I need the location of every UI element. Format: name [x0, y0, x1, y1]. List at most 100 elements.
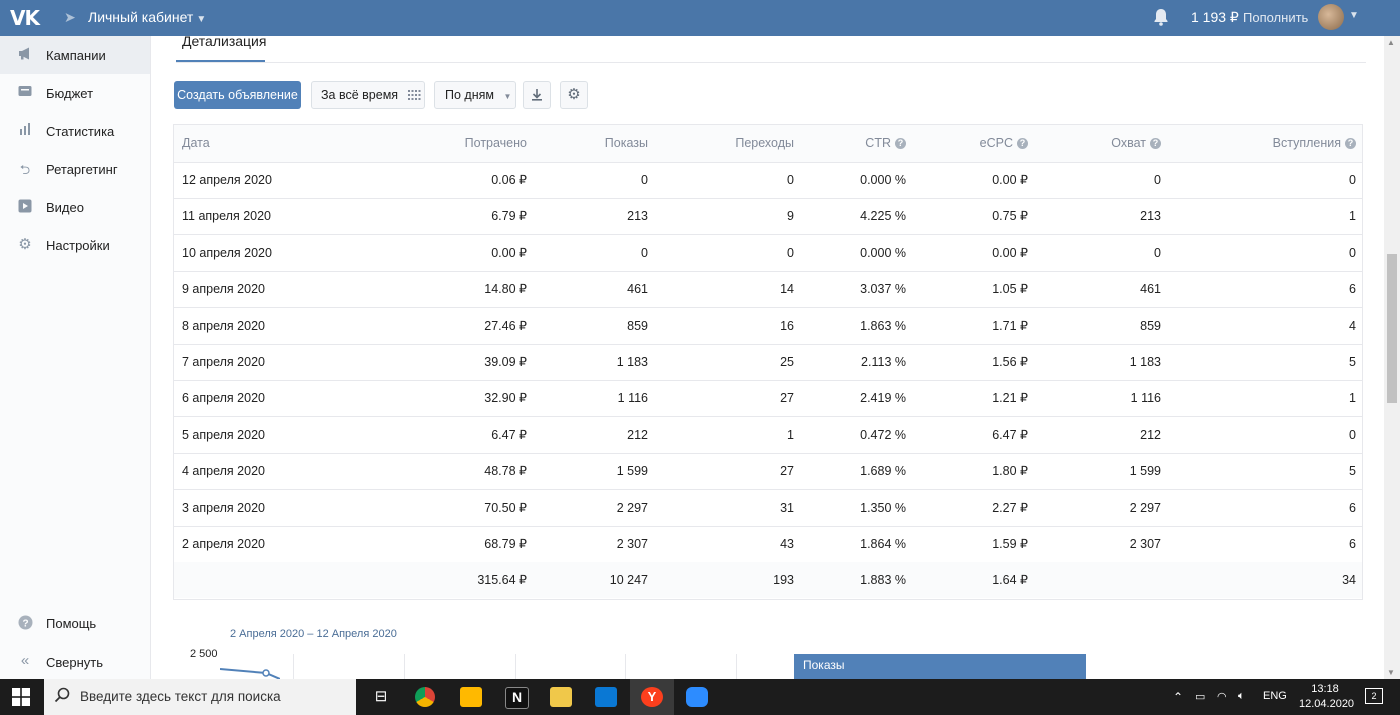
scroll-up-arrow-icon[interactable]: ▲ — [1387, 38, 1395, 47]
zoom-icon[interactable] — [686, 687, 708, 707]
cell-spent: 32.90 ₽ — [484, 391, 527, 406]
sidebar-item-budget[interactable]: Бюджет — [0, 74, 150, 112]
cell-date: 2 апреля 2020 — [182, 537, 265, 551]
bell-icon[interactable] — [1153, 8, 1169, 31]
help-icon[interactable]: ? — [1345, 138, 1356, 149]
tray-chevron-up-icon[interactable]: ⌃ — [1173, 690, 1183, 704]
scroll-down-arrow-icon[interactable]: ▼ — [1387, 668, 1395, 677]
sidebar-item-campaigns[interactable]: Кампании — [0, 36, 150, 74]
create-ad-button[interactable]: Создать объявление — [174, 81, 301, 109]
chrome-icon[interactable] — [415, 687, 435, 707]
cell-ctr: 0.472 % — [860, 427, 906, 442]
header-ctr[interactable]: CTR? — [865, 125, 906, 161]
cell-ecpc: 0.00 ₽ — [992, 245, 1028, 260]
sidebar-item-label: Видео — [46, 200, 84, 215]
period-select[interactable]: За всё время — [311, 81, 425, 109]
cell-impressions: 461 — [627, 282, 648, 297]
cell-reach: 461 — [1140, 282, 1161, 297]
help-icon: ? — [17, 615, 33, 633]
total-clicks: 193 — [773, 573, 794, 588]
yandex-browser-icon[interactable]: Y — [641, 687, 663, 707]
calendar-icon — [407, 88, 421, 102]
cell-clicks: 14 — [780, 282, 794, 297]
help-icon[interactable]: ? — [1017, 138, 1028, 149]
chevron-down-icon[interactable]: ▼ — [1349, 10, 1359, 21]
sidebar: Кампании Бюджет Статистика ⮌ Ретаргетинг… — [0, 36, 151, 679]
wifi-icon[interactable]: ◠ — [1217, 690, 1227, 703]
store-icon[interactable] — [460, 687, 482, 707]
avatar[interactable] — [1318, 4, 1344, 30]
taskbar-search[interactable]: Введите здесь текст для поиска — [44, 679, 356, 715]
notion-icon[interactable]: N — [505, 687, 529, 709]
explorer-icon[interactable] — [550, 687, 572, 707]
cell-ecpc: 0.75 ₽ — [992, 209, 1028, 224]
header-clicks[interactable]: Переходы — [735, 125, 794, 161]
balance-amount: 1 193 ₽ — [1191, 9, 1239, 25]
cell-reach: 2 307 — [1129, 537, 1161, 551]
sidebar-item-settings[interactable]: ⚙ Настройки — [0, 226, 150, 264]
windows-start-icon[interactable] — [12, 688, 30, 706]
topup-link[interactable]: Пополнить — [1243, 10, 1308, 25]
help-icon[interactable]: ? — [1150, 138, 1161, 149]
settings-button[interactable]: ⚙ — [560, 81, 588, 109]
header-joins[interactable]: Вступления? — [1273, 125, 1356, 161]
volume-icon[interactable]: 🔈︎ — [1238, 690, 1245, 703]
table-totals-row: 315.64 ₽ 10 247 193 1.883 % 1.64 ₽ 34 — [174, 562, 1362, 599]
total-ecpc: 1.64 ₽ — [992, 573, 1028, 588]
cell-joins: 5 — [1349, 355, 1356, 369]
cell-impressions: 0 — [641, 245, 648, 260]
grouping-select[interactable]: По дням ▼ — [434, 81, 516, 109]
header-label: Переходы — [735, 136, 794, 150]
cell-spent: 48.78 ₽ — [484, 464, 527, 479]
cell-spent: 0.00 ₽ — [491, 245, 527, 260]
header-ecpc[interactable]: eCPC? — [980, 125, 1028, 161]
scrollbar-thumb[interactable] — [1387, 254, 1397, 403]
header-reach[interactable]: Охват? — [1111, 125, 1161, 161]
cell-joins: 6 — [1349, 500, 1356, 515]
cell-clicks: 27 — [780, 391, 794, 406]
header-spent[interactable]: Потрачено — [465, 125, 527, 161]
vk-logo[interactable]: VK — [10, 6, 40, 30]
help-icon[interactable]: ? — [895, 138, 906, 149]
table-row: 5 апреля 2020 6.47 ₽ 212 1 0.472 % 6.47 ₽ 212 0 — [174, 417, 1362, 454]
cell-spent: 27.46 ₽ — [484, 318, 527, 333]
header-impressions[interactable]: Показы — [605, 125, 648, 161]
chevron-down-icon: ▼ — [503, 92, 512, 101]
sidebar-item-help[interactable]: ? Помощь — [0, 604, 150, 642]
table-header: Дата Потрачено Показы Переходы CTR? eCPC? Охва… — [174, 125, 1362, 163]
sidebar-collapse[interactable]: « Свернуть — [0, 643, 150, 681]
cell-impressions: 1 116 — [617, 391, 648, 406]
cell-clicks: 43 — [780, 537, 794, 551]
cabinet-label: Личный кабинет — [88, 9, 194, 25]
table-row: 10 апреля 2020 0.00 ₽ 0 0 0.000 % 0.00 ₽ 0 0 — [174, 235, 1362, 272]
tab-details[interactable]: Детализация — [182, 33, 266, 49]
notification-center-icon[interactable]: 2 — [1365, 688, 1383, 704]
download-button[interactable] — [523, 81, 551, 109]
stats-table: Дата Потрачено Показы Переходы CTR? eCPC? Охва… — [173, 124, 1363, 600]
sidebar-item-statistics[interactable]: Статистика — [0, 112, 150, 150]
cabinet-menu[interactable]: Личный кабинет ▼ — [88, 9, 206, 25]
sidebar-item-video[interactable]: Видео — [0, 188, 150, 226]
cell-spent: 14.80 ₽ — [484, 282, 527, 297]
header-label: CTR — [865, 136, 891, 150]
cell-ecpc: 1.56 ₽ — [992, 355, 1028, 369]
chart-gridline — [515, 654, 516, 679]
chart-date-range[interactable]: 2 Апреля 2020 – 12 Апреля 2020 — [230, 628, 397, 640]
cell-ecpc: 1.21 ₽ — [992, 391, 1028, 406]
mail-icon[interactable] — [595, 687, 617, 707]
battery-icon[interactable]: ▭ — [1195, 690, 1205, 703]
gear-icon: ⚙ — [567, 86, 581, 103]
sidebar-item-retargeting[interactable]: ⮌ Ретаргетинг — [0, 150, 150, 188]
cell-reach: 0 — [1154, 245, 1161, 260]
cell-spent: 0.06 ₽ — [491, 173, 527, 187]
task-view-icon[interactable]: ⊟ — [370, 687, 392, 707]
total-joins: 34 — [1342, 573, 1356, 588]
sidebar-item-label: Статистика — [46, 124, 115, 139]
clock[interactable]: 13:18 12.04.2020 — [1299, 682, 1354, 712]
chart-legend-impressions[interactable]: Показы — [794, 654, 1086, 679]
cell-impressions: 212 — [627, 427, 648, 442]
cursor-arrow-icon: ➤ — [64, 9, 76, 25]
cell-reach: 212 — [1140, 427, 1161, 442]
language-indicator[interactable]: ENG — [1263, 690, 1287, 702]
header-date[interactable]: Дата — [182, 125, 210, 161]
